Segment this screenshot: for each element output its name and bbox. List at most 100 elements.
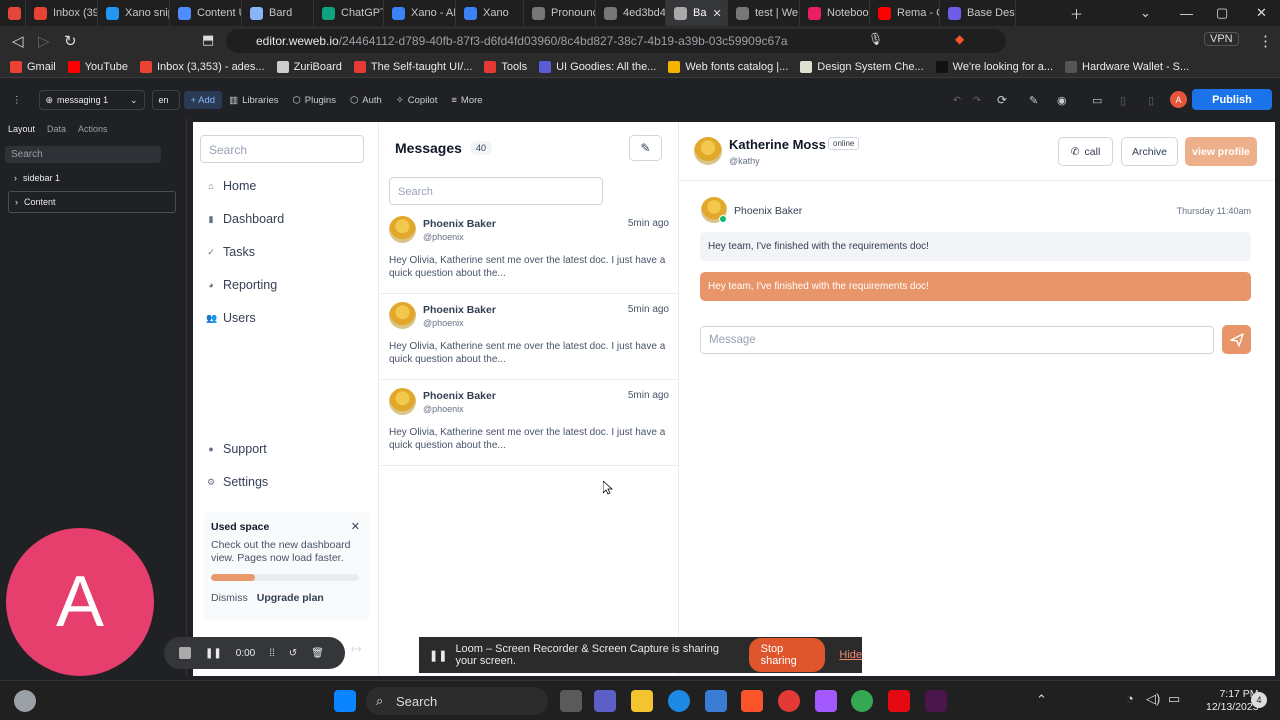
- toolbar-auth-button[interactable]: ⬡ Auth: [343, 91, 389, 109]
- restart-icon[interactable]: ↺: [289, 648, 297, 659]
- bookmark-item[interactable]: Gmail: [10, 60, 68, 73]
- redo-icon[interactable]: ↷: [966, 95, 988, 106]
- browser-tab[interactable]: [0, 0, 26, 26]
- editor-menu-icon[interactable]: ⋮: [0, 95, 29, 106]
- url-field[interactable]: editor.weweb.io/24464112-d789-40fb-87f3-…: [226, 29, 1006, 53]
- bookmark-item[interactable]: Hardware Wallet - S...: [1065, 60, 1201, 73]
- file-explorer-icon[interactable]: [631, 690, 653, 712]
- list-item[interactable]: Phoenix Baker @phoenix 5min ago Hey Oliv…: [380, 208, 679, 294]
- view-profile-button[interactable]: view profile: [1185, 137, 1257, 166]
- bookmark-item[interactable]: UI Goodies: All the...: [539, 60, 668, 73]
- forward-icon[interactable]: ▷: [38, 32, 50, 50]
- sidebar-item-settings[interactable]: ⚙ Settings: [206, 475, 268, 489]
- list-item[interactable]: Phoenix Baker @phoenix 5min ago Hey Oliv…: [380, 294, 679, 380]
- messages-search-input[interactable]: Search: [389, 177, 603, 205]
- toolbar-libraries-button[interactable]: ▥ Libraries: [222, 91, 285, 109]
- new-tab-button[interactable]: ＋: [1070, 0, 1083, 26]
- message-input[interactable]: Message: [700, 326, 1214, 354]
- browser-tab[interactable]: Ba ✕: [666, 0, 728, 26]
- sidebar-item-reporting[interactable]: ◕ Reporting: [206, 278, 277, 292]
- store-icon[interactable]: [705, 690, 727, 712]
- browser-tab[interactable]: Xano: [456, 0, 524, 26]
- brave-icon[interactable]: [741, 690, 763, 712]
- close-window-button[interactable]: ✕: [1256, 0, 1267, 26]
- bookmark-item[interactable]: We're looking for a...: [935, 60, 1065, 73]
- browser-tab[interactable]: ChatGPT: [314, 0, 384, 26]
- bookmark-item[interactable]: Inbox (3,353) - ades...: [139, 60, 277, 73]
- refresh-icon[interactable]: ⟳: [990, 93, 1014, 107]
- user-avatar[interactable]: A: [1170, 91, 1187, 108]
- weather-icon[interactable]: [14, 690, 36, 712]
- mobile-view-icon[interactable]: ▯: [1141, 94, 1161, 107]
- wifi-icon[interactable]: ◔: [1126, 691, 1134, 706]
- task-view-icon[interactable]: [560, 690, 582, 712]
- mic-icon[interactable]: 🎙: [868, 32, 883, 46]
- windows-start-icon[interactable]: [334, 690, 356, 712]
- undo-icon[interactable]: ↶: [946, 95, 968, 106]
- panel-tab-data[interactable]: Data: [47, 124, 66, 134]
- panel-tab-layout[interactable]: Layout: [8, 124, 35, 134]
- brave-shield-icon[interactable]: ◆: [955, 32, 964, 46]
- sidebar-item-tasks[interactable]: ✓ Tasks: [206, 245, 255, 259]
- browser-tab[interactable]: Base Desi: [940, 0, 1016, 26]
- collapse-panel-icon[interactable]: ↦: [351, 641, 362, 657]
- archive-button[interactable]: Archive: [1121, 137, 1178, 166]
- browser-tab[interactable]: Bard: [242, 0, 314, 26]
- maximize-button[interactable]: ▢: [1216, 0, 1228, 26]
- layer-search-input[interactable]: Search: [5, 146, 161, 163]
- tree-item-sidebar[interactable]: › sidebar 1: [0, 169, 186, 187]
- toolbar-plugins-button[interactable]: ⬡ Plugins: [286, 91, 343, 109]
- bookmark-item[interactable]: YouTube: [67, 60, 140, 73]
- close-icon[interactable]: ✕: [351, 520, 360, 533]
- minimize-button[interactable]: —: [1180, 0, 1193, 26]
- teams-icon[interactable]: [594, 690, 616, 712]
- reload-icon[interactable]: ↻: [64, 32, 77, 50]
- grid-icon[interactable]: ⁞⁞: [269, 648, 275, 659]
- edit-mode-icon[interactable]: ✎: [1022, 94, 1045, 107]
- upgrade-plan-button[interactable]: Upgrade plan: [257, 592, 324, 604]
- call-button[interactable]: ✆ call: [1058, 137, 1113, 166]
- send-button[interactable]: [1222, 325, 1251, 354]
- media-player-icon[interactable]: [778, 690, 800, 712]
- publish-button[interactable]: Publish: [1192, 89, 1272, 110]
- browser-tab[interactable]: Inbox (39: [26, 0, 98, 26]
- bookmark-icon[interactable]: ⬒: [202, 32, 214, 48]
- project-select[interactable]: ⊕ messaging 1 ⌄: [38, 90, 145, 110]
- sidebar-search-input[interactable]: Search: [200, 135, 364, 163]
- sidebar-item-users[interactable]: 👥 Users: [206, 311, 256, 325]
- browser-tab[interactable]: Rema - C: [870, 0, 940, 26]
- stop-icon[interactable]: [179, 647, 191, 659]
- bookmark-item[interactable]: ZuriBoard: [276, 60, 354, 73]
- close-tab-icon[interactable]: ✕: [712, 7, 721, 20]
- tray-chevron-icon[interactable]: ⌃: [1036, 692, 1047, 708]
- language-select[interactable]: en: [151, 90, 180, 110]
- preview-eye-icon[interactable]: ◉: [1050, 94, 1074, 107]
- chrome-icon[interactable]: [851, 690, 873, 712]
- browser-tab[interactable]: Xano - AP: [384, 0, 456, 26]
- menu-icon[interactable]: ⋮: [1258, 32, 1273, 50]
- back-icon[interactable]: ◁: [12, 32, 24, 50]
- bookmark-item[interactable]: The Self-taught UI/...: [353, 60, 485, 73]
- desktop-view-icon[interactable]: ▭: [1085, 94, 1109, 107]
- taskbar-search[interactable]: ⌕ Search: [366, 687, 548, 715]
- compose-button[interactable]: ✎: [629, 135, 662, 161]
- panel-tab-actions[interactable]: Actions: [78, 124, 108, 134]
- stop-sharing-button[interactable]: Stop sharing: [748, 638, 826, 672]
- toolbar-more-button[interactable]: ≡ More: [444, 91, 489, 109]
- hide-link[interactable]: Hide: [839, 649, 862, 661]
- tab-search-chevron-icon[interactable]: ⌄: [1140, 0, 1151, 26]
- pause-icon[interactable]: ❚❚: [205, 648, 222, 659]
- sidebar-item-support[interactable]: ● Support: [206, 442, 267, 456]
- tree-item-content[interactable]: › Content: [8, 191, 176, 213]
- vpn-button[interactable]: VPN: [1204, 32, 1239, 46]
- figma-icon[interactable]: [815, 690, 837, 712]
- sidebar-item-home[interactable]: ⌂ Home: [206, 179, 256, 193]
- netflix-icon[interactable]: [888, 690, 910, 712]
- browser-tab[interactable]: Content U: [170, 0, 242, 26]
- browser-tab[interactable]: Xano snip: [98, 0, 170, 26]
- bookmark-item[interactable]: Tools: [484, 60, 539, 73]
- notification-badge[interactable]: 4: [1251, 692, 1267, 708]
- toolbar-copilot-button[interactable]: ✧ Copilot: [389, 91, 445, 109]
- tablet-view-icon[interactable]: ▯: [1113, 94, 1133, 107]
- volume-icon[interactable]: ◁): [1146, 691, 1160, 707]
